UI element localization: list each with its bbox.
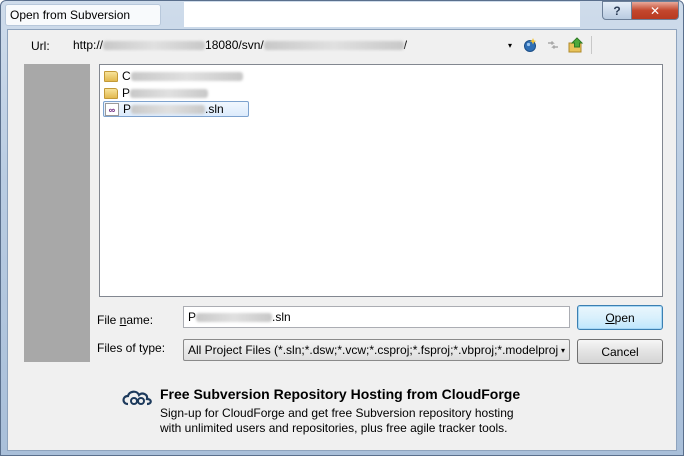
file-name: P (123, 102, 132, 116)
window-title: Open from Subversion (5, 4, 161, 26)
toolbar-separator (591, 36, 592, 54)
file-name-value: P (188, 310, 197, 324)
url-value: http:// 18080/svn/ / (73, 38, 407, 52)
chevron-down-icon: ▾ (560, 346, 565, 355)
help-button[interactable]: ? (602, 1, 632, 20)
promo-line-2: with unlimited users and repositories, p… (160, 421, 508, 435)
refresh-icon[interactable] (544, 36, 562, 54)
folder-icon (104, 70, 118, 82)
url-prefix: http:// (73, 37, 104, 52)
url-label: Url: (31, 39, 50, 53)
up-folder-icon[interactable] (567, 36, 585, 54)
url-input[interactable]: http:// 18080/svn/ / (73, 34, 517, 55)
redacted-host (103, 40, 206, 50)
file-type-label: Files of type: (97, 341, 166, 355)
cloudforge-logo-icon (120, 388, 156, 410)
file-name-label: File name: (97, 313, 154, 327)
file-list[interactable]: C P ∞ P .sln (99, 64, 663, 297)
redacted-value (196, 312, 273, 322)
list-item-selected[interactable]: ∞ P .sln (103, 101, 249, 117)
redacted-repo (263, 40, 404, 50)
url-dropdown-arrow[interactable]: ▾ (508, 41, 512, 50)
new-repository-icon[interactable] (521, 36, 539, 54)
file-name-extension: .sln (272, 310, 291, 324)
file-name-input[interactable]: P .sln (183, 306, 570, 328)
close-button[interactable]: ✕ (631, 1, 679, 20)
promo-line-1: Sign-up for CloudForge and get free Subv… (160, 406, 514, 420)
folder-icon (104, 87, 118, 99)
list-item[interactable]: C (103, 68, 247, 84)
file-type-value: All Project Files (*.sln;*.dsw;*.vcw;*.c… (188, 343, 559, 357)
redacted-name (130, 88, 209, 98)
file-extension: .sln (205, 102, 224, 116)
list-item[interactable]: P (103, 85, 212, 101)
url-suffix: / (403, 37, 408, 52)
file-name: P (122, 86, 131, 100)
open-button[interactable]: Open (577, 305, 663, 330)
open-from-subversion-dialog: Open from Subversion ? ✕ Url: http:// 180… (0, 0, 684, 456)
title-bar-redacted-area (184, 2, 580, 27)
redacted-name (131, 104, 206, 114)
places-sidebar (24, 64, 90, 362)
solution-file-icon: ∞ (105, 102, 119, 116)
file-name: C (122, 69, 131, 83)
file-type-select[interactable]: All Project Files (*.sln;*.dsw;*.vcw;*.c… (183, 339, 570, 361)
cloudforge-promo[interactable]: Free Subversion Repository Hosting from … (120, 386, 580, 446)
promo-title: Free Subversion Repository Hosting from … (160, 386, 521, 402)
url-port-path: 18080/svn/ (205, 37, 264, 52)
redacted-name (130, 71, 243, 81)
cancel-button[interactable]: Cancel (577, 339, 663, 364)
dialog-client-area: Url: http:// 18080/svn/ / ▾ C P ∞ P .sln F… (7, 29, 677, 451)
title-bar[interactable]: Open from Subversion ? ✕ (1, 1, 683, 29)
